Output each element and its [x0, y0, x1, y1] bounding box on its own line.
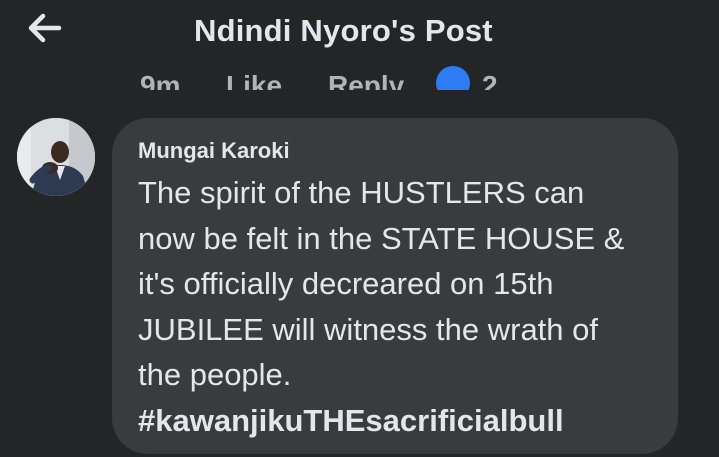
commenter-avatar[interactable] [17, 118, 95, 196]
post-header: Ndindi Nyoro's Post [0, 0, 719, 64]
profile-photo [17, 118, 95, 196]
comment-line: the people. [138, 357, 292, 392]
comment-text: The spirit of the HUSTLERS can now be fe… [138, 170, 668, 443]
like-reaction-icon [436, 66, 470, 90]
page-title: Ndindi Nyoro's Post [194, 13, 493, 48]
previous-comment-time: 9m [140, 70, 181, 90]
hashtag-link[interactable]: #kawanjikuTHEsacrificialbull [138, 398, 668, 444]
comment-bubble[interactable]: Mungai Karoki The spirit of the HUSTLERS… [112, 118, 678, 454]
comment-line: The spirit of the HUSTLERS can [138, 175, 585, 210]
comment-line: now be felt in the STATE HOUSE & [138, 220, 625, 256]
post-comments-screen: 9m Like Reply 2 Ndindi Nyoro's Post Mung… [0, 0, 719, 457]
previous-comment-like-button[interactable]: Like [226, 70, 282, 90]
comment-author[interactable]: Mungai Karoki [138, 138, 290, 164]
comment-line: JUBILEE will witness the wrath of [138, 311, 599, 347]
back-button[interactable] [22, 8, 66, 48]
arrow-left-icon [28, 13, 62, 43]
comment-line: it's officially decreared on 15th [138, 266, 554, 301]
previous-comment-reply-button[interactable]: Reply [328, 70, 404, 90]
previous-comment-reaction-count: 2 [482, 70, 498, 90]
